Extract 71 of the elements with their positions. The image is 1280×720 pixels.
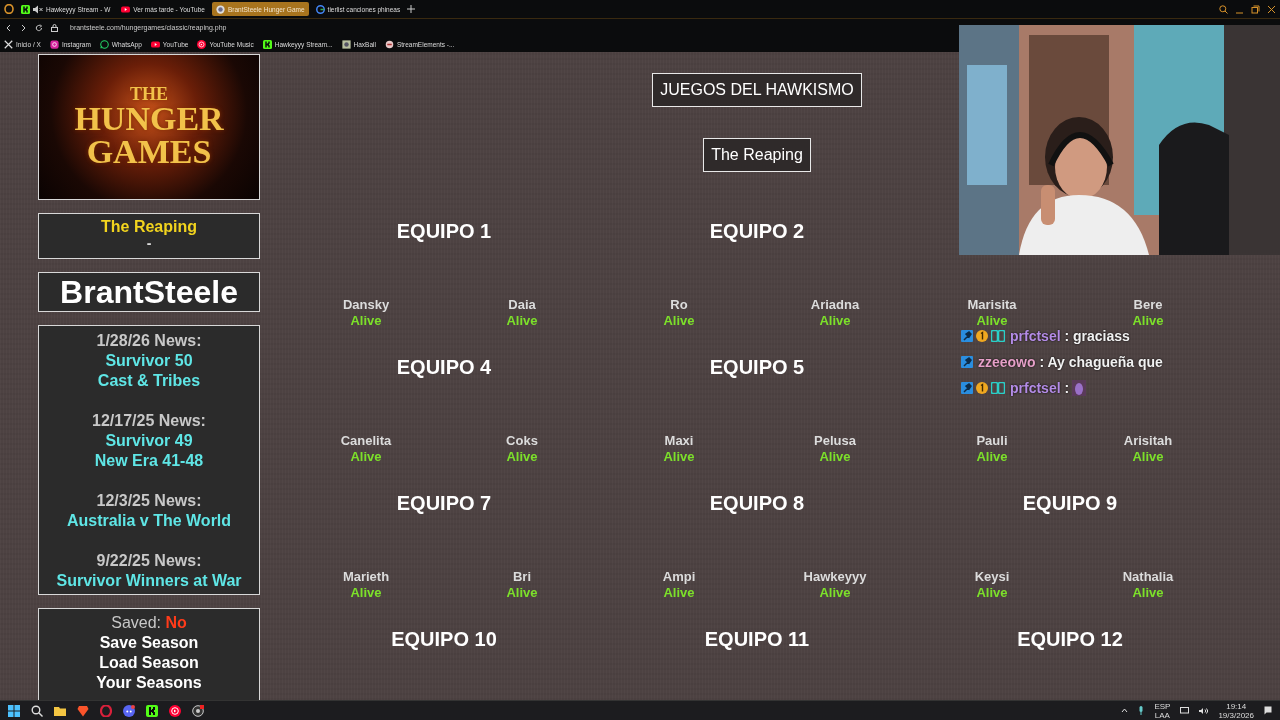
- saved-status: Saved: No: [111, 613, 187, 633]
- news-link[interactable]: New Era 41-48: [94, 451, 204, 471]
- news-date: 12/17/25 News:: [92, 411, 206, 431]
- tribute-status: Alive: [1132, 313, 1164, 329]
- team-heading: EQUIPO 8: [709, 492, 805, 514]
- team-heading: EQUIPO 7: [396, 492, 492, 514]
- tribute-status: Alive: [819, 449, 851, 465]
- season-title: JUEGOS DEL HAWKISMO: [652, 73, 862, 107]
- menu-link[interactable]: Load Season: [99, 653, 199, 673]
- clock[interactable]: 19:14 19/3/2026: [1218, 701, 1254, 720]
- tribute-name: Nathalia: [1122, 569, 1174, 585]
- tribute-name: Hawkeyyy: [803, 569, 867, 585]
- tribute-name: Keysi: [974, 569, 1010, 585]
- menu-link[interactable]: Your Seasons: [96, 673, 202, 693]
- tribute-name: Pauli: [976, 433, 1008, 449]
- tribute-status: Alive: [663, 585, 695, 601]
- tribute-status: Alive: [819, 585, 851, 601]
- brand-link[interactable]: BrantSteele: [38, 272, 260, 312]
- news-date: 12/3/25 News:: [96, 491, 202, 511]
- team-heading: EQUIPO 5: [709, 356, 805, 378]
- tribute-name: Ariadna: [810, 297, 860, 313]
- news-link[interactable]: Australia v The World: [66, 511, 232, 531]
- tribute-name: Bere: [1133, 297, 1163, 313]
- team-heading: EQUIPO 9: [1022, 492, 1118, 514]
- tribute-status: Alive: [663, 313, 695, 329]
- news-date: 1/28/26 News:: [96, 331, 202, 351]
- chat-message: zzeeowo : Ay chagueña que: [978, 354, 1163, 370]
- hunger-games-logo: THE HUNGER GAMES: [38, 54, 260, 200]
- team-heading: EQUIPO 1: [396, 220, 492, 242]
- team-heading: EQUIPO 2: [709, 220, 805, 242]
- tribute-name: Arisitah: [1123, 433, 1173, 449]
- tribute-status: Alive: [976, 449, 1008, 465]
- phase-subtitle: -: [145, 236, 153, 250]
- tribute-status: Alive: [1132, 449, 1164, 465]
- tribute-name: Canelita: [340, 433, 392, 449]
- team-heading: EQUIPO 12: [1017, 628, 1123, 650]
- tribute-status: Alive: [976, 313, 1008, 329]
- tribute-status: Alive: [976, 585, 1008, 601]
- chat-message: prfctsel :: [1010, 380, 1070, 396]
- tribute-name: Marisita: [967, 297, 1017, 313]
- tribute-status: Alive: [350, 449, 382, 465]
- tribute-status: Alive: [350, 313, 382, 329]
- tribute-name: Dansky: [342, 297, 390, 313]
- phase-title: The Reaping: [100, 218, 198, 236]
- team-heading: EQUIPO 10: [391, 628, 497, 650]
- tribute-status: Alive: [819, 313, 851, 329]
- tribute-name: Marieth: [342, 569, 390, 585]
- team-heading: EQUIPO 4: [396, 356, 492, 378]
- tribute-name: Daia: [508, 297, 536, 313]
- language-indicator[interactable]: ESP LAA: [1154, 701, 1171, 720]
- tribute-name: Ampi: [662, 569, 696, 585]
- tribute-name: Maxi: [664, 433, 694, 449]
- news-link[interactable]: Survivor 49: [105, 431, 193, 451]
- tribute-status: Alive: [506, 449, 538, 465]
- tribute-status: Alive: [663, 449, 695, 465]
- tribute-name: Coks: [506, 433, 538, 449]
- phase-heading: The Reaping: [703, 138, 811, 172]
- tribute-status: Alive: [1132, 585, 1164, 601]
- menu-link[interactable]: Save Season: [99, 633, 199, 653]
- tribute-status: Alive: [350, 585, 382, 601]
- news-date: 9/22/25 News:: [96, 551, 202, 571]
- tribute-status: Alive: [506, 313, 538, 329]
- team-heading: EQUIPO 11: [704, 628, 810, 650]
- tribute-name: Bri: [512, 569, 532, 585]
- news-link[interactable]: Cast & Tribes: [97, 371, 201, 391]
- tribute-name: Pelusa: [814, 433, 856, 449]
- tribute-name: Ro: [670, 297, 688, 313]
- news-link[interactable]: Survivor 50: [105, 351, 193, 371]
- news-link[interactable]: Survivor Winners at War: [56, 571, 242, 591]
- tribute-status: Alive: [506, 585, 538, 601]
- chat-message: prfctsel : graciass: [1010, 328, 1130, 344]
